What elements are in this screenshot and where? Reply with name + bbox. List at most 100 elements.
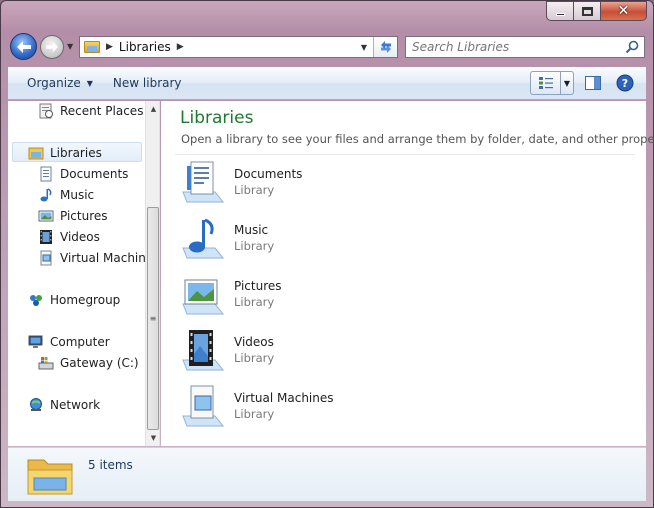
computer-icon	[28, 334, 44, 350]
library-item-music[interactable]: Music Library	[179, 213, 274, 263]
pictures-icon	[38, 208, 54, 224]
library-text: Pictures Library	[234, 279, 282, 309]
new-library-button[interactable]: New library	[103, 67, 192, 99]
sidebar-item-label: Network	[50, 398, 101, 412]
address-history-dropdown-icon[interactable]: ▼	[361, 43, 367, 52]
preview-pane-icon	[585, 76, 601, 90]
breadcrumb-chevron-icon[interactable]: ▶	[177, 42, 184, 52]
library-name: Documents	[234, 167, 303, 181]
search-input[interactable]	[412, 40, 617, 54]
library-name: Virtual Machines	[234, 391, 334, 405]
maximize-button[interactable]	[574, 1, 601, 21]
breadcrumb-libraries[interactable]: Libraries	[119, 40, 171, 54]
music-library-icon	[182, 218, 225, 259]
scrollbar-thumb[interactable]: ≡	[147, 207, 159, 430]
library-item-videos[interactable]: Videos Library	[179, 325, 274, 375]
page-title: Libraries	[180, 108, 254, 128]
videos-icon	[38, 229, 54, 245]
libraries-icon	[28, 145, 44, 161]
close-button[interactable]: ✕	[601, 1, 647, 21]
caption-buttons: ✕	[546, 1, 647, 21]
sidebar-item-label: Gateway (C:)	[60, 356, 139, 370]
recent-places-icon	[38, 103, 54, 119]
music-icon	[38, 187, 54, 203]
sidebar-item-recent-places[interactable]: Recent Places	[38, 101, 143, 121]
sidebar-item-label: Computer	[50, 335, 110, 349]
sidebar-item-music[interactable]: Music	[38, 185, 94, 205]
chevron-down-icon: ▼	[86, 78, 93, 88]
organize-menu[interactable]: Organize ▼	[8, 67, 103, 99]
details-pane: 5 items	[8, 447, 646, 501]
header-divider	[175, 154, 635, 155]
library-item-pictures[interactable]: Pictures Library	[179, 269, 282, 319]
library-name: Music	[234, 223, 269, 237]
organize-label: Organize	[27, 76, 81, 90]
refresh-icon	[380, 41, 391, 53]
sidebar-item-virtual-machine[interactable]: Virtual Machine	[38, 248, 153, 268]
svg-text:?: ?	[622, 77, 628, 90]
search-icon[interactable]	[625, 40, 639, 54]
sidebar-item-label: Virtual Machine	[60, 251, 154, 265]
library-type: Library	[234, 351, 275, 365]
sidebar-item-gateway-c[interactable]: Gateway (C:)	[38, 353, 139, 373]
sidebar-item-label: Videos	[60, 230, 100, 244]
library-type: Library	[234, 407, 275, 421]
library-text: Documents Library	[234, 167, 302, 197]
back-button[interactable]	[10, 33, 37, 60]
preview-pane-button[interactable]	[580, 71, 606, 95]
scroll-up-arrow-icon[interactable]: ▲	[146, 101, 159, 117]
back-arrow-icon	[16, 40, 31, 53]
maximize-icon	[581, 6, 593, 16]
sidebar-item-pictures[interactable]: Pictures	[38, 206, 108, 226]
page-subtitle: Open a library to see your files and arr…	[181, 132, 654, 146]
help-button[interactable]: ?	[612, 71, 638, 95]
sidebar-item-label: Recent Places	[60, 104, 144, 118]
virtual-machines-library-icon	[182, 385, 225, 427]
library-name: Pictures	[234, 279, 282, 293]
sidebar-item-label: Homegroup	[50, 293, 121, 307]
breadcrumb-chevron-icon[interactable]: ▶	[106, 42, 113, 52]
library-text: Virtual Machines Library	[234, 391, 334, 421]
forward-arrow-icon	[46, 41, 58, 53]
sidebar-item-computer[interactable]: Computer	[28, 332, 110, 352]
sidebar-item-label: Documents	[60, 167, 129, 181]
library-name: Videos	[234, 335, 274, 349]
navigation-pane-scrollbar[interactable]: ▲ ≡ ▼	[145, 101, 159, 446]
library-item-documents[interactable]: Documents Library	[179, 157, 302, 207]
close-icon: ✕	[617, 3, 630, 19]
libraries-folder-icon	[27, 459, 73, 495]
change-view-button[interactable]: ▼	[530, 71, 574, 95]
library-type: Library	[234, 239, 275, 253]
library-item-virtual-machines[interactable]: Virtual Machines Library	[179, 381, 334, 431]
address-bar[interactable]: ▶ Libraries ▶ ▼	[79, 36, 398, 58]
scroll-down-arrow-icon[interactable]: ▼	[146, 430, 159, 446]
sidebar-item-documents[interactable]: Documents	[38, 164, 128, 184]
sidebar-item-network[interactable]: Network	[28, 395, 100, 415]
library-text: Videos Library	[234, 335, 274, 365]
search-box[interactable]	[405, 36, 645, 58]
minimize-icon	[555, 12, 565, 16]
minimize-button[interactable]	[546, 1, 574, 21]
library-text: Music Library	[234, 223, 274, 253]
sidebar-item-label: Music	[60, 188, 95, 202]
view-options-dropdown-icon[interactable]: ▼	[561, 72, 573, 94]
forward-button[interactable]	[40, 35, 64, 59]
sidebar-item-label: Pictures	[60, 209, 108, 223]
sidebar-item-videos[interactable]: Videos	[38, 227, 100, 247]
sidebar-item-label: Libraries	[50, 146, 102, 160]
navigation-pane: Recent Places Libraries Documents Music	[8, 101, 160, 446]
libraries-folder-icon	[84, 41, 100, 53]
command-bar: Organize ▼ New library ▼ ?	[8, 67, 646, 100]
network-icon	[28, 397, 44, 413]
drive-icon	[38, 355, 54, 371]
sidebar-item-homegroup[interactable]: Homegroup	[28, 290, 120, 310]
recent-pages-dropdown[interactable]: ▼	[67, 42, 73, 51]
sidebar-item-libraries[interactable]: Libraries	[28, 143, 102, 163]
details-view-icon[interactable]	[531, 72, 561, 94]
library-type: Library	[234, 295, 275, 309]
refresh-button[interactable]	[373, 37, 397, 57]
help-icon: ?	[616, 74, 634, 92]
content-pane: Libraries Open a library to see your fil…	[161, 101, 654, 446]
homegroup-icon	[28, 292, 44, 308]
library-type: Library	[234, 183, 275, 197]
